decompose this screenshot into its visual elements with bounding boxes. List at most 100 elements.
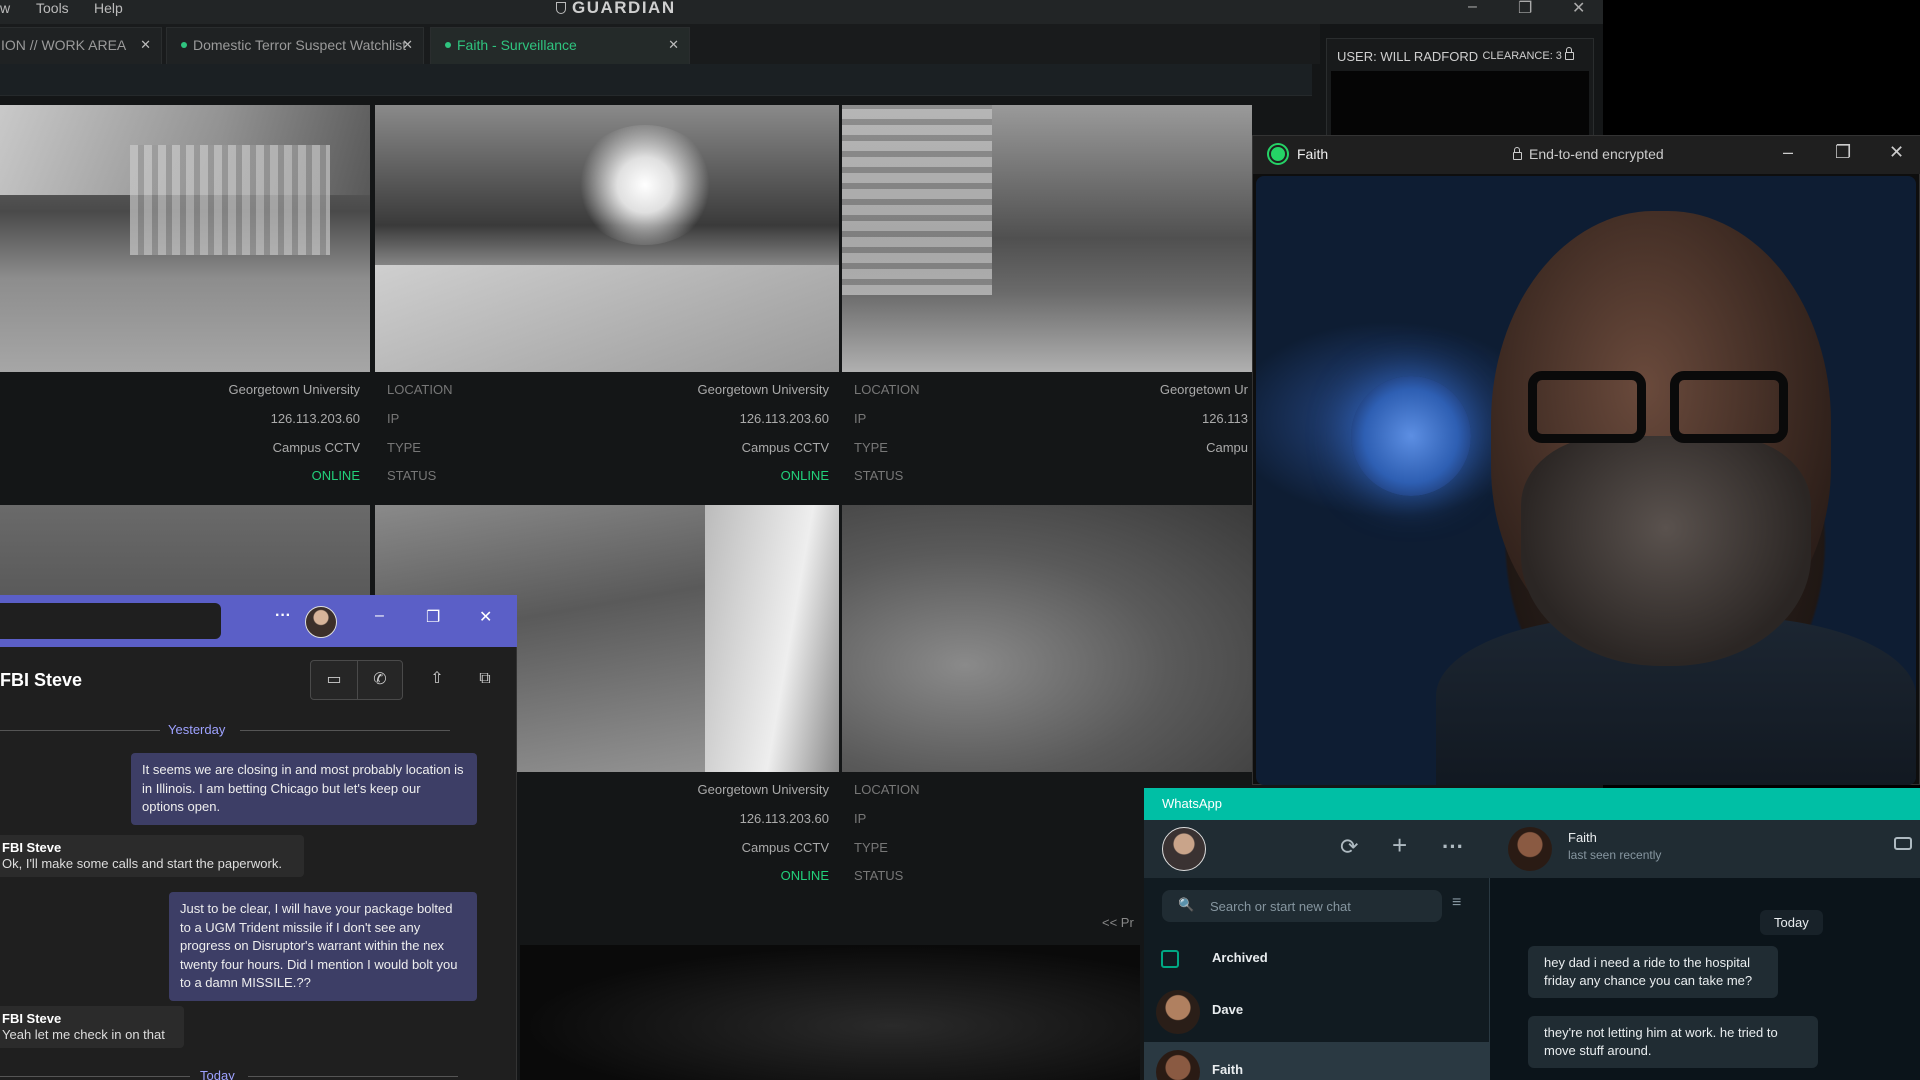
camera-info: LOCATION Georgetown University IP 126.113.… [375,372,839,500]
received-message: FBI Steve Ok, I'll make some calls and s… [0,835,304,877]
pager-prev[interactable]: << Pr [1102,915,1134,930]
divider [0,1076,190,1077]
user-panel: USER: WILL RADFORD CLEARANCE: 3 [1326,38,1594,138]
label-type: TYPE [854,440,888,455]
camera-info: LOCATION IP TYPE STATUS [842,772,1142,900]
share-button[interactable]: ⇧ [422,660,452,700]
camera-location: Georgetown Ur [1159,382,1248,397]
minimize-button[interactable]: – [1783,142,1793,163]
label-ip: IP [387,411,400,426]
chat-name: Dave [1212,1002,1244,1017]
status-icon[interactable]: ⟳ [1340,834,1358,860]
restore-button[interactable]: ❐ [426,607,440,627]
menu-icon[interactable]: ··· [1442,834,1464,860]
close-icon[interactable]: ✕ [140,28,151,62]
search-icon: 🔍 [1178,897,1195,912]
chat-name: Faith [1212,1062,1244,1077]
avatar [1156,990,1200,1034]
status-badge: ONLINE [780,868,829,883]
whatsapp-titlebar: WhatsApp [1144,788,1920,820]
conversation-header: Faith last seen recently [1490,820,1920,878]
teams-search-input[interactable] [0,603,221,639]
message-sender: FBI Steve [2,840,62,855]
label-location: LOCATION [854,782,920,797]
camera-type: Campus CCTV [272,440,360,455]
video-camera-icon: ▭ [326,671,342,688]
new-chat-icon[interactable]: + [1392,830,1407,861]
caller-glasses [1528,371,1798,451]
whatsapp-icon [1269,145,1287,163]
divider [248,1076,458,1077]
label-ip: IP [854,411,867,426]
background-art [520,945,1140,1080]
caller-beard [1521,436,1811,666]
received-message: hey dad i need a ride to the hospital fr… [1528,946,1778,998]
user-label: USER: WILL RADFORD [1337,49,1479,64]
camera-feed[interactable] [0,105,370,372]
avatar[interactable] [1508,827,1552,871]
date-separator: Today [1760,910,1823,935]
tab-work-area[interactable]: ION // WORK AREA ✕ [0,27,162,64]
restore-button[interactable]: ❐ [1518,0,1532,18]
avatar[interactable] [1162,827,1206,871]
menu-help[interactable]: Help [94,0,123,16]
chat-list-header: ⟳ + ··· [1144,820,1490,878]
tab-watchlist[interactable]: Domestic Terror Suspect Watchlist ✕ [166,27,424,64]
received-message: FBI Steve Yeah let me check in on that [0,1006,184,1048]
divider [0,730,160,731]
shield-icon [556,2,566,14]
camera-ip: 126.113 [1201,411,1248,426]
search-input[interactable] [1210,890,1430,922]
received-message: they're not letting him at work. he trie… [1528,1016,1818,1068]
archived-label: Archived [1212,950,1268,965]
archived-row[interactable]: Archived [1144,935,1490,983]
dhs-seal-icon [1351,376,1471,496]
date-separator: Today [200,1068,235,1080]
close-button[interactable]: ✕ [1889,142,1904,163]
caller-name: Faith [1297,146,1329,162]
video-call-icon[interactable] [1894,837,1912,850]
minimize-button[interactable]: – [375,607,384,625]
avatar[interactable] [305,606,337,638]
camera-location: Georgetown University [228,382,361,397]
guardian-address-bar[interactable] [0,64,1312,96]
status-dot-icon [445,42,451,48]
menu-view[interactable]: w [0,0,10,16]
more-options-icon[interactable]: ··· [275,607,291,625]
camera-type: Campus CCTV [741,840,829,855]
minimize-button[interactable]: – [1468,0,1477,16]
tab-label: Domestic Terror Suspect Watchlist [193,37,407,53]
camera-feed[interactable] [375,105,839,372]
chat-item-dave[interactable]: Dave [1144,982,1490,1040]
label-status: STATUS [854,468,904,483]
chat-item-faith[interactable]: Faith [1144,1042,1490,1080]
tab-faith-surveillance[interactable]: Faith - Surveillance ✕ [430,27,690,64]
conversation-name: Faith [1568,830,1597,845]
close-icon[interactable]: ✕ [668,28,679,62]
status-dot-icon [181,42,187,48]
camera-feed[interactable] [842,105,1252,372]
filter-icon[interactable]: ≡ [1452,894,1461,912]
camera-location: Georgetown University [697,782,830,797]
label-ip: IP [854,811,867,826]
chat-list-pane: ⟳ + ··· 🔍 ≡ Archived Dave Faith [1144,820,1490,1080]
close-button[interactable]: ✕ [479,607,492,627]
video-call-window: Faith End-to-end encrypted – ❐ ✕ [1252,135,1920,785]
avatar [1156,1050,1200,1080]
message-text: Ok, I'll make some calls and start the p… [2,856,282,871]
video-call-button[interactable]: ▭ [310,660,358,700]
close-button[interactable]: ✕ [1572,0,1585,18]
restore-button[interactable]: ❐ [1835,142,1851,163]
label-status: STATUS [854,868,904,883]
lock-icon [1513,147,1522,160]
remote-video-feed [1256,176,1916,785]
label-type: TYPE [387,440,421,455]
camera-feed[interactable] [842,505,1252,772]
popout-icon: ⧉ [479,670,491,687]
audio-call-button[interactable]: ✆ [357,660,403,700]
popout-button[interactable]: ⧉ [470,660,500,700]
close-icon[interactable]: ✕ [402,28,413,62]
share-icon: ⇧ [430,670,444,687]
tab-label: Faith - Surveillance [457,37,577,53]
menu-tools[interactable]: Tools [36,0,69,16]
